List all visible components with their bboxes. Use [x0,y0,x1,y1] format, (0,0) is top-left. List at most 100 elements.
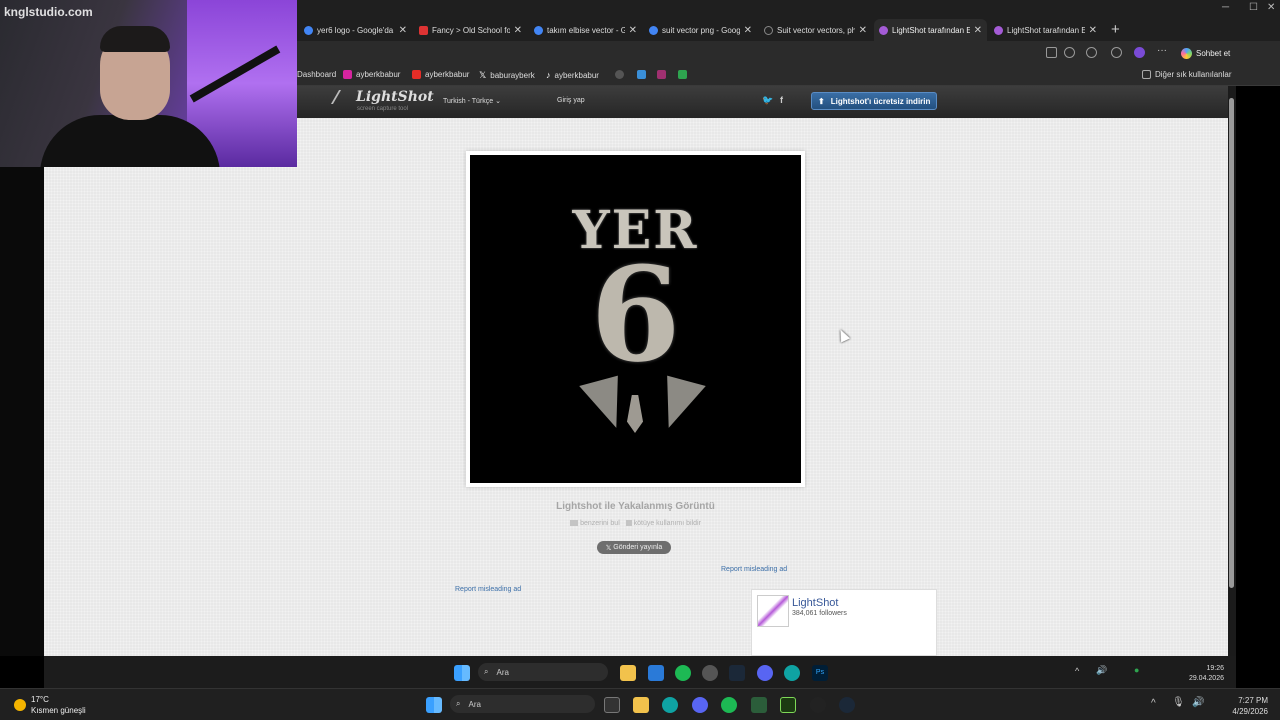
profile-icon[interactable] [1134,47,1145,58]
report-abuse-link[interactable]: kötüye kullanımı bildir [634,520,701,527]
tab-label: suit vector png - Google [662,25,740,35]
steam-icon[interactable] [839,697,855,713]
favorite-icon[interactable] [1064,47,1075,58]
spotify-icon[interactable] [721,697,737,713]
close-icon[interactable]: ✕ [1089,25,1097,36]
taskbar-search[interactable]: ⌕ Ara [478,663,608,681]
webcam-person-hair [100,26,170,52]
screenshot-image[interactable]: YER 6 [470,155,801,483]
bookmark-icon[interactable] [657,70,666,79]
bookmark-dashboard[interactable]: Dashboard [297,70,336,79]
store-icon[interactable] [648,665,664,681]
edge-icon[interactable] [784,665,800,681]
close-icon[interactable]: ✕ [629,25,637,36]
close-icon[interactable]: ✕ [859,25,867,36]
report-ad-link[interactable]: Report misleading ad [455,586,521,593]
tab-6[interactable]: LightShot tarafından Ek ✕ [989,19,1102,41]
left-margin [0,167,44,656]
bookmark-instagram[interactable]: ayberkbabur [343,70,400,79]
tray-chevron-icon[interactable]: ^ [1075,666,1079,676]
tab-2[interactable]: takım elbise vector - Go ✕ [529,19,642,41]
mic-icon[interactable]: ● [1134,665,1139,675]
other-bookmarks[interactable]: Diğer sık kullanılanlar [1142,70,1231,79]
tiktok-icon: ♪ [546,70,551,80]
chatgpt-icon[interactable] [702,665,718,681]
volume-icon[interactable]: 🔊 [1192,697,1204,708]
remote-taskbar: ⌕ Ara Ps ^ 🔊 ● 19:26 29.04.2026 [44,656,1236,688]
google-icon [649,25,658,35]
edge-icon[interactable] [662,697,678,713]
remote-time: 19:26 [1206,665,1224,672]
close-icon[interactable]: ✕ [514,25,522,36]
maximize-icon[interactable]: ☐ [1249,2,1258,13]
language-select[interactable]: Turkish - Türkçe ⌄ [443,97,501,105]
mic-icon[interactable]: 🎙 [1172,697,1185,708]
language-label: Turkish - Türkçe [443,98,494,105]
discord-icon[interactable] [692,697,708,713]
time: 7:27 PM [1238,696,1268,705]
taskbar-search[interactable]: ⌕ Ara [450,695,595,713]
obs-icon[interactable] [810,697,826,713]
facebook-icon[interactable]: f [780,95,783,105]
weather-widget[interactable]: 17°C Kısmen güneşli [14,694,86,716]
photoshop-icon[interactable]: Ps [812,665,828,681]
scrollbar-thumb[interactable] [1229,98,1234,588]
spotify-icon[interactable] [675,665,691,681]
new-tab-icon[interactable]: + [1111,21,1120,38]
tab-0[interactable]: yer6 logo - Google'da A ✕ [299,19,412,41]
logo-subtitle: screen capture tool [357,106,409,112]
tray-chevron-icon[interactable]: ^ [1151,698,1156,709]
report-ad-link[interactable]: Report misleading ad [721,566,787,573]
tab-3[interactable]: suit vector png - Google ✕ [644,19,757,41]
remote-clock[interactable]: 19:26 29.04.2026 [1182,664,1224,684]
file-explorer-icon[interactable] [633,697,649,713]
bookmark-x[interactable]: 𝕏 baburayberk [479,70,535,81]
find-similar-link[interactable]: benzerini bul [580,520,620,527]
bookmark-icon[interactable] [678,70,687,79]
chat-button[interactable]: Sohbet et [1177,45,1234,62]
lightshot-logo[interactable]: LightShot [330,89,434,105]
close-icon[interactable]: ✕ [1267,2,1275,13]
twitter-icon[interactable]: 🐦 [762,95,773,106]
steam-icon[interactable] [729,665,745,681]
discord-icon[interactable] [757,665,773,681]
history-icon[interactable] [1111,47,1122,58]
minimize-icon[interactable]: ─ [1222,2,1229,13]
camera-icon [570,520,579,527]
excel-icon[interactable] [751,697,767,713]
file-explorer-icon[interactable] [620,665,636,681]
more-menu-icon[interactable]: ··· [1157,45,1167,56]
google-icon [304,25,313,35]
clock[interactable]: 7:27 PM 4/29/2026 [1222,695,1268,717]
bookmark-tiktok[interactable]: ♪ ayberkbabur [546,70,599,80]
bookmark-label: ayberkbabur [356,70,401,79]
login-link[interactable]: Giriş yap [557,97,585,104]
tweet-button[interactable]: 𝕏 Gönderi yayınla [597,541,671,554]
scrollbar[interactable] [1228,86,1236,656]
bookmark-youtube[interactable]: ayberkbabur [412,70,469,79]
download-button[interactable]: ⬆ Lightshot'ı ücretsiz indirin [811,92,937,110]
windows-start-icon[interactable] [454,665,470,681]
app-icon[interactable] [780,697,796,713]
bookmark-icon[interactable] [615,70,624,79]
close-icon[interactable]: ✕ [744,25,752,36]
image-actions: benzerini bul kötüye kullanımı bildir [466,520,805,527]
tab-label: LightShot tarafından Ek [1007,25,1085,35]
fb-page-name[interactable]: LightShot [792,597,838,609]
lightshot-icon [879,25,888,35]
instagram-icon [343,70,352,79]
volume-icon[interactable]: 🔊 [1096,665,1107,676]
tab-label: Suit vector vectors, phot [777,25,855,35]
apps-icon[interactable] [1046,47,1057,58]
facebook-page-widget[interactable]: LightShot 384,061 followers [751,589,937,656]
tab-1[interactable]: Fancy > Old School font ✕ [414,19,527,41]
tab-4[interactable]: Suit vector vectors, phot ✕ [759,19,872,41]
toolbar: ··· Sohbet et [297,41,1280,65]
bookmark-icon[interactable] [637,70,646,79]
extensions-icon[interactable] [1086,47,1097,58]
close-icon[interactable]: ✕ [974,25,982,36]
tab-5[interactable]: LightShot tarafından Ek ✕ [874,19,987,41]
task-view-icon[interactable] [604,697,620,713]
windows-start-icon[interactable] [426,697,442,713]
close-icon[interactable]: ✕ [399,25,407,36]
